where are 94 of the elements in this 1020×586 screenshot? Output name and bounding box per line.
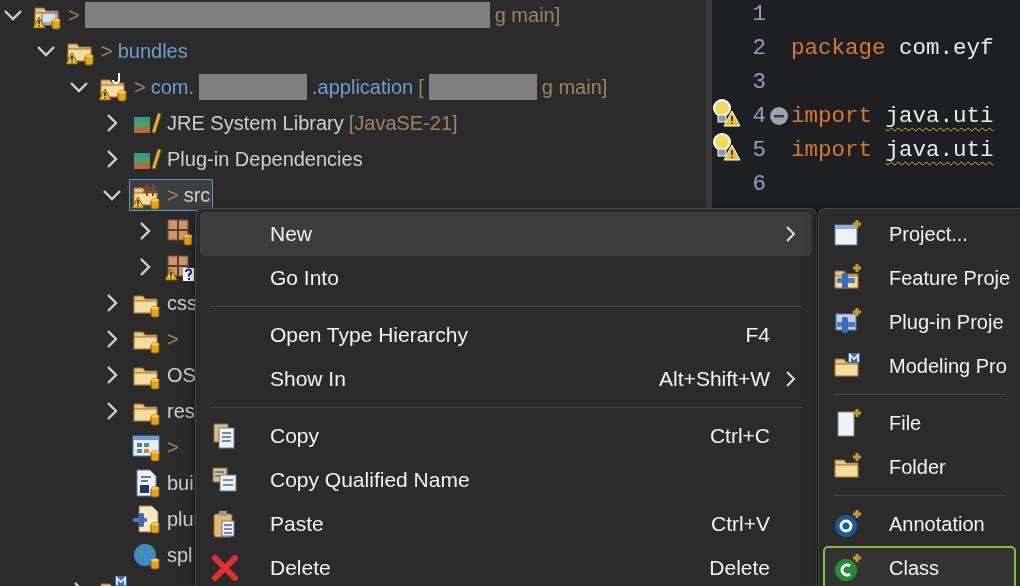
tree-item[interactable]: plu (129, 503, 197, 535)
item-label: src (183, 183, 211, 207)
item-label: bundles (117, 39, 188, 63)
menu-item-label: Class (888, 556, 940, 580)
lightbulb-warning-icon[interactable] (712, 131, 742, 162)
item-label: OS (167, 363, 196, 387)
plugin-file-icon (132, 504, 162, 534)
menu-item[interactable]: Delete Delete (200, 546, 812, 586)
menu-item[interactable]: Open Type Hierarchy F4 (200, 313, 812, 357)
item-label: res (167, 399, 195, 423)
item-label: css (167, 291, 197, 315)
menu-item-label: Feature Proje (888, 266, 1012, 290)
dirty-marker: > (101, 39, 113, 63)
annotation-icon (833, 509, 863, 539)
tree-item[interactable]: > (129, 431, 182, 463)
menu-item-label: Copy (269, 424, 321, 448)
tree-item[interactable]: OS (129, 359, 199, 391)
menu-item-label: Project... (888, 222, 969, 246)
tree-item[interactable]: JRE System Library [JavaSE-21] (129, 107, 461, 139)
code-line: import java.uti (791, 103, 994, 129)
tree-item[interactable]: spl (129, 539, 196, 571)
shortcut-label: Ctrl+V (711, 512, 771, 536)
tree-item[interactable]: > g main] (30, 0, 564, 31)
code-line: package com.eyf (791, 35, 994, 61)
branch-label: [ (418, 75, 424, 99)
line-number: 2 (751, 35, 766, 61)
line-number: 6 (751, 171, 766, 197)
menu-item[interactable]: New (200, 212, 812, 256)
line-number: 5 (751, 137, 766, 163)
dirty-marker: > (134, 75, 146, 99)
menu-item-label: Copy Qualified Name (269, 468, 471, 492)
menu-item-label: Open Type Hierarchy (269, 323, 470, 347)
menu-item-label: Delete (269, 556, 332, 580)
branch-label: g main] (494, 3, 561, 27)
menu-item[interactable]: Go Into (200, 256, 812, 300)
menu-item-label: New (269, 222, 313, 246)
shortcut-label: Alt+Shift+W (659, 367, 771, 391)
branch-label: [JavaSE-21] (348, 111, 458, 135)
tree-item[interactable]: css (129, 287, 200, 319)
line-number: 3 (751, 69, 766, 95)
branch-label: g main] (541, 75, 608, 99)
item-label: Plug-in Dependencies (167, 147, 363, 171)
menu-item[interactable]: File (823, 401, 1016, 445)
fold-icon[interactable] (768, 106, 789, 126)
item-label: plu (167, 507, 194, 531)
menu-item[interactable]: Modeling Pro (823, 344, 1016, 388)
menu-item-label: Annotation (888, 512, 986, 536)
tree-item[interactable]: > com. .application [ g main] (96, 71, 611, 103)
menu-item-label: Plug-in Proje (888, 310, 1005, 334)
package-icon (165, 216, 195, 246)
item-label: com. (150, 75, 195, 99)
tree-item[interactable]: res (129, 395, 198, 427)
shortcut-label: Delete (709, 556, 771, 580)
dirty-marker: > (167, 183, 179, 207)
menu-item[interactable]: Copy Ctrl+C (200, 414, 812, 458)
menu-item[interactable]: Show In Alt+Shift+W (200, 357, 812, 401)
tree-item[interactable]: > (129, 323, 182, 355)
code-line: import java.uti (791, 137, 994, 163)
menu-item-label: Folder (888, 455, 947, 479)
menu-item[interactable]: Project... (823, 212, 1016, 256)
dirty-marker: > (68, 3, 80, 27)
menu-item-label: Paste (269, 512, 325, 536)
item-label: bui (167, 471, 194, 495)
menu-item-label: File (888, 411, 923, 435)
menu-item[interactable]: Folder (823, 445, 1016, 489)
dirty-marker: > (167, 327, 179, 351)
item-label: JRE System Library (167, 111, 344, 135)
menu-item[interactable]: Plug-in Proje (823, 300, 1016, 344)
tree-item[interactable]: bui (129, 467, 197, 499)
new-window-icon (833, 219, 863, 249)
window-grid-icon (132, 432, 162, 462)
close-icon (210, 553, 240, 583)
line-number: 1 (751, 1, 766, 27)
menu-item-label: Modeling Pro (888, 354, 1008, 378)
item-label: spl (167, 543, 193, 567)
menu-item-label: Show In (269, 367, 347, 391)
shortcut-label: F4 (745, 323, 771, 347)
item-label: .application (312, 75, 414, 99)
menu-item-label: Go Into (269, 266, 340, 290)
menu-item[interactable]: Copy Qualified Name (200, 458, 812, 502)
menu-item[interactable]: Annotation (823, 502, 1016, 546)
tree-item[interactable]: Plug-in Dependencies (129, 143, 366, 175)
class-icon (833, 553, 863, 583)
tree-item[interactable]: > src (129, 179, 214, 211)
menu-item[interactable]: Class (823, 546, 1016, 586)
line-number: 4 (751, 103, 766, 129)
project-folder-icon (99, 72, 129, 102)
copy-icon (210, 465, 240, 495)
lightbulb-warning-icon[interactable] (712, 97, 742, 128)
menu-item[interactable]: Paste Ctrl+V (200, 502, 812, 546)
menu-item[interactable]: Feature Proje (823, 256, 1016, 300)
shortcut-label: Ctrl+C (709, 424, 771, 448)
dirty-marker: > (167, 435, 179, 459)
tree-item[interactable]: > bundles (63, 35, 191, 67)
